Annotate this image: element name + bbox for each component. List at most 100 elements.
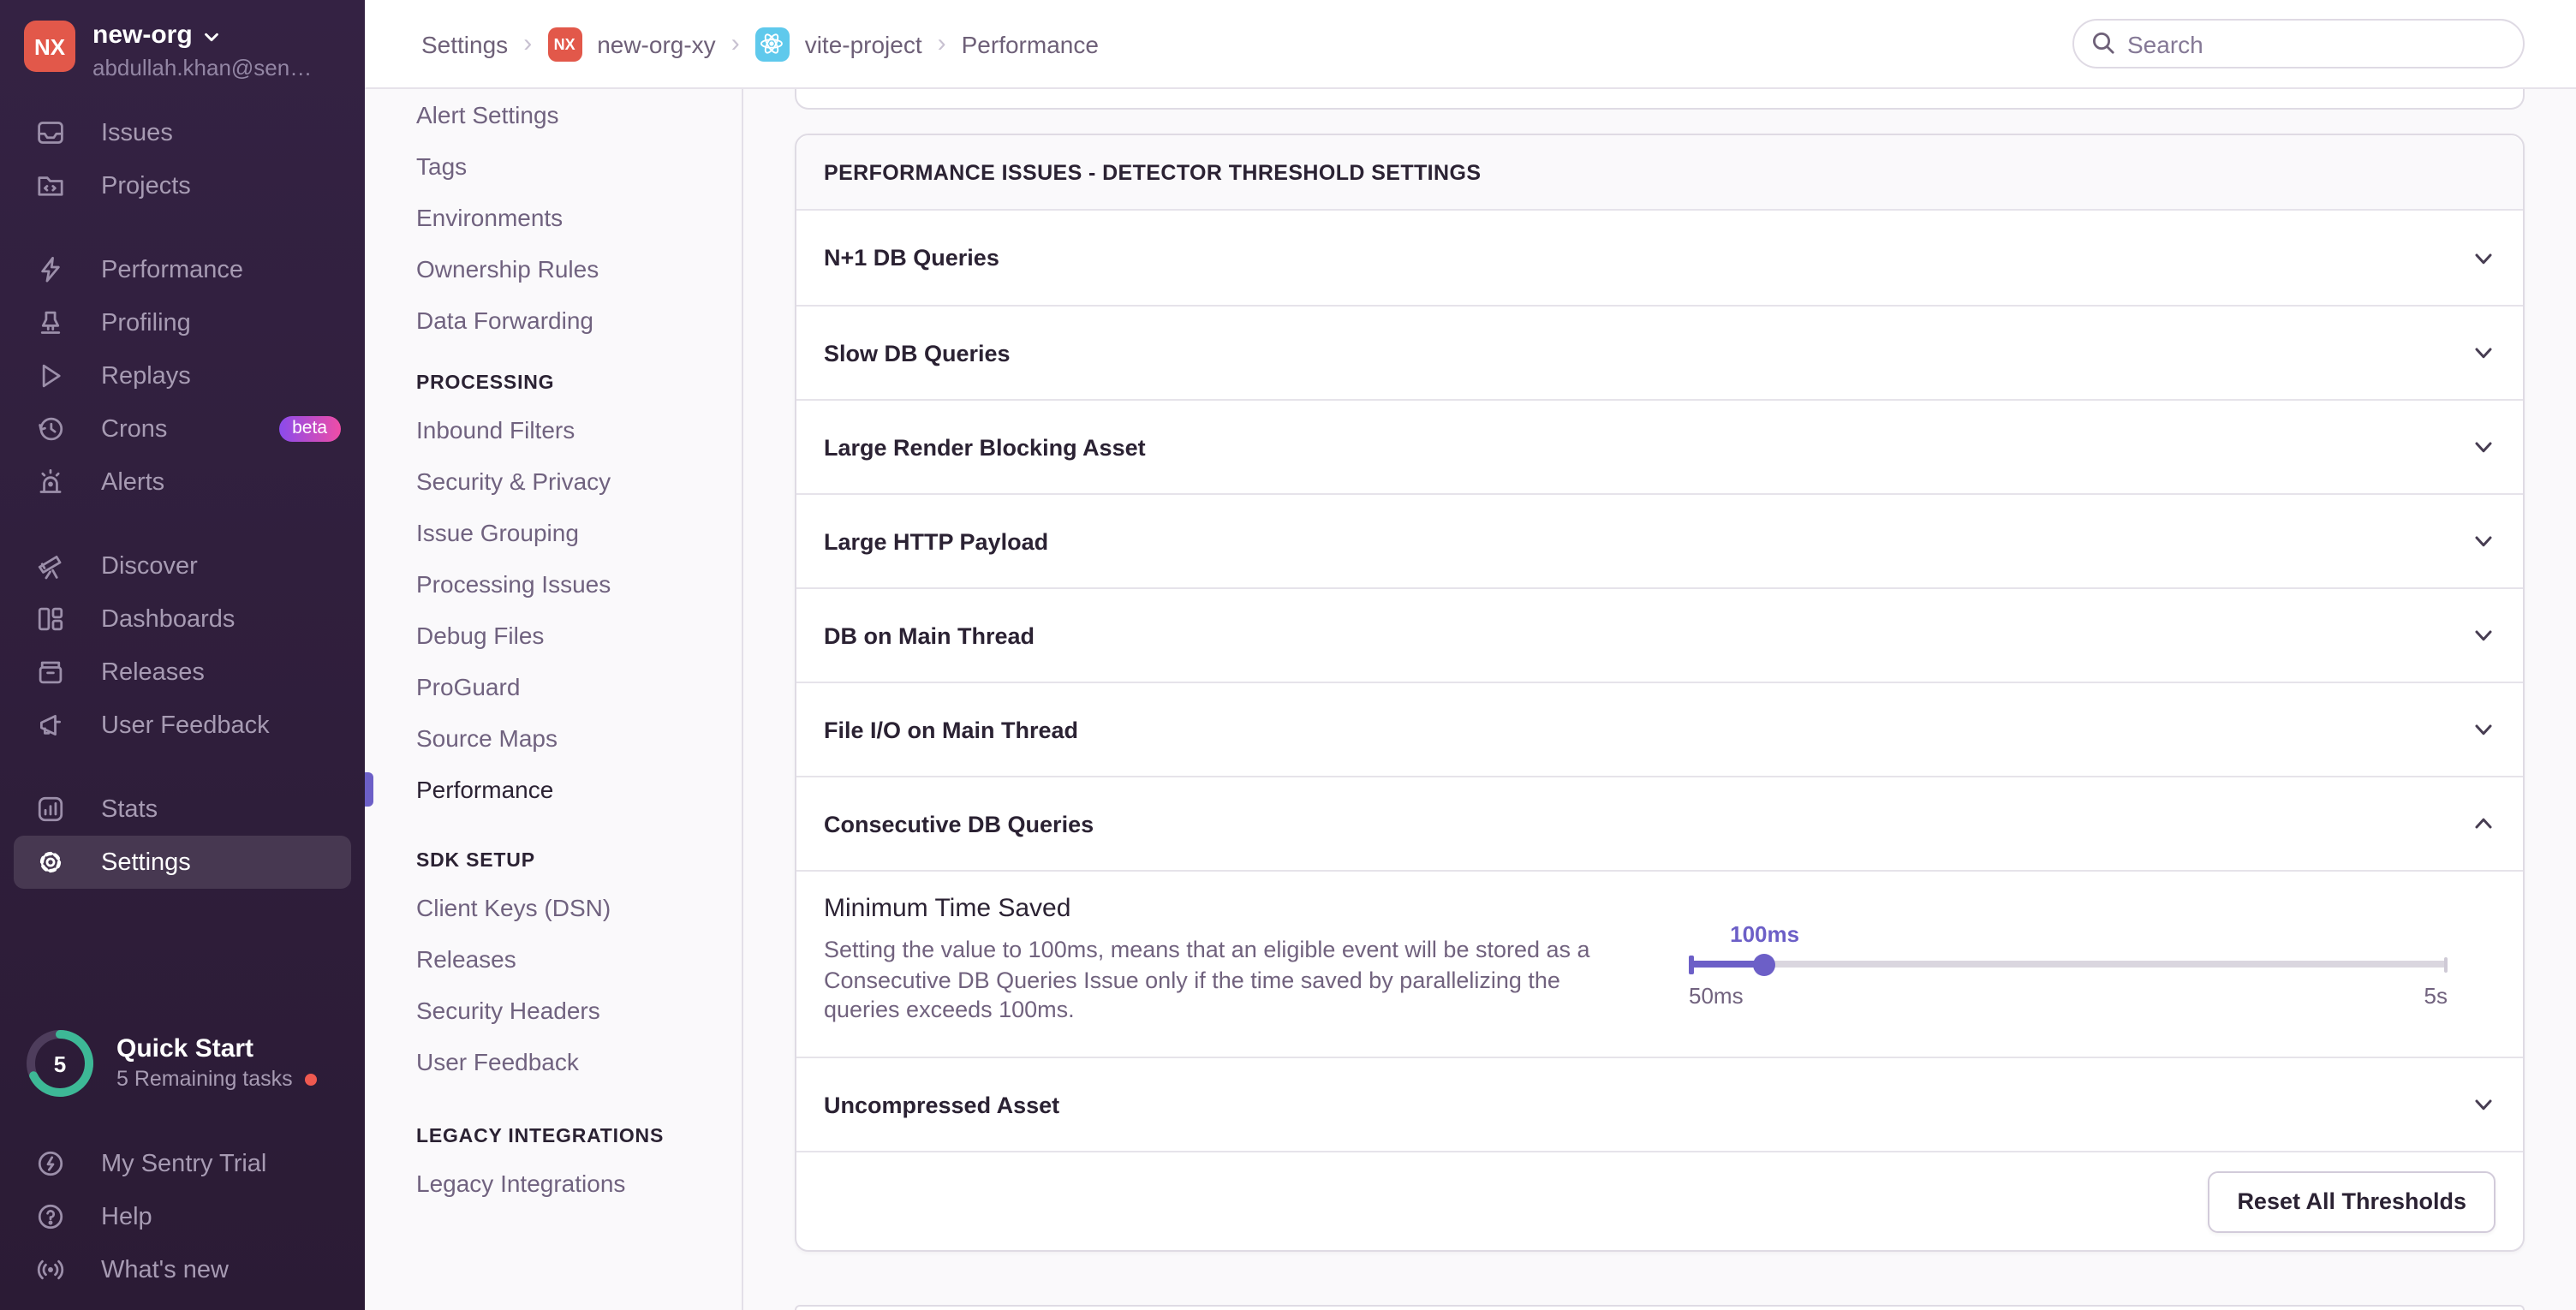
sidebar-item-label: Crons [101, 415, 167, 443]
settings-nav-item-data-forwarding[interactable]: Data Forwarding [365, 295, 742, 346]
sidebar-item-what-s-new[interactable]: What's new [0, 1243, 365, 1296]
accordion-row-slow-db-queries[interactable]: Slow DB Queries [796, 305, 2523, 399]
sidebar-item-help[interactable]: Help [0, 1190, 365, 1243]
settings-nav-item-inbound-filters[interactable]: Inbound Filters [365, 404, 742, 456]
sidebar-item-replays[interactable]: Replays [0, 349, 365, 402]
settings-nav-item-ownership-rules[interactable]: Ownership Rules [365, 243, 742, 295]
help-icon [36, 1202, 65, 1231]
panel-footer: Reset All Thresholds [796, 1151, 2523, 1250]
settings-nav-item-legacy-integrations[interactable]: Legacy Integrations [365, 1158, 742, 1209]
settings-nav-label: Performance [416, 776, 553, 803]
accordion-row-large-http-payload[interactable]: Large HTTP Payload [796, 493, 2523, 587]
sidebar-item-stats[interactable]: Stats [0, 783, 365, 836]
profiling-icon [36, 308, 65, 337]
accordion-row-consecutive-db-queries[interactable]: Consecutive DB Queries [796, 776, 2523, 870]
settings-nav-item-processing-issues[interactable]: Processing Issues [365, 558, 742, 610]
settings-nav-item-proguard[interactable]: ProGuard [365, 661, 742, 712]
top-header: Settings›NXnew-org-xy›vite-project›Perfo… [365, 0, 2576, 89]
breadcrumb-separator: › [938, 29, 946, 58]
settings-nav-label: Ownership Rules [416, 255, 599, 283]
accordion-row-uncompressed-asset[interactable]: Uncompressed Asset [796, 1057, 2523, 1151]
sidebar-item-projects[interactable]: Projects [0, 159, 365, 212]
settings-nav-label: User Feedback [416, 1048, 579, 1075]
breadcrumb-vite-project[interactable]: vite-project [805, 30, 922, 57]
sidebar-item-label: Dashboards [101, 605, 235, 633]
projects-icon [36, 171, 65, 200]
breadcrumb-separator: › [523, 29, 532, 58]
sidebar-item-label: Alerts [101, 468, 164, 496]
sidebar-item-settings[interactable]: Settings [14, 836, 351, 889]
active-indicator [365, 772, 373, 807]
accordion-row-label: Uncompressed Asset [824, 1092, 1059, 1117]
settings-nav-label: Environments [416, 204, 563, 231]
settings-nav-item-alert-settings[interactable]: Alert Settings [365, 89, 742, 140]
slider-max-tick [2444, 957, 2448, 973]
breadcrumb-settings[interactable]: Settings [421, 30, 508, 57]
sidebar-item-user-feedback[interactable]: User Feedback [0, 699, 365, 752]
accordion-row-label: Slow DB Queries [824, 340, 1011, 366]
breadcrumb-new-org-xy[interactable]: new-org-xy [597, 30, 716, 57]
previous-panel-edge [795, 89, 2525, 110]
settings-nav-item-user-feedback[interactable]: User Feedback [365, 1036, 742, 1087]
sidebar-item-label: Profiling [101, 309, 191, 336]
settings-nav-label: ProGuard [416, 673, 520, 700]
consecutive-db-queries-settings: Minimum Time Saved Setting the value to … [796, 870, 2523, 1057]
sidebar-item-label: Help [101, 1203, 152, 1230]
chevron-down-icon [2472, 341, 2496, 365]
sidebar-item-my-sentry-trial[interactable]: My Sentry Trial [0, 1137, 365, 1190]
breadcrumb: Settings›NXnew-org-xy›vite-project›Perfo… [365, 27, 1099, 61]
sidebar-item-issues[interactable]: Issues [0, 106, 365, 159]
sidebar-item-releases[interactable]: Releases [0, 646, 365, 699]
sidebar-item-alerts[interactable]: Alerts [0, 456, 365, 509]
settings-nav-item-client-keys-dsn[interactable]: Client Keys (DSN) [365, 882, 742, 933]
slider-min-tick [1689, 956, 1693, 974]
accordion-row-large-render-blocking-asset[interactable]: Large Render Blocking Asset [796, 399, 2523, 493]
sidebar-item-label: Stats [101, 795, 158, 823]
settings-nav-item-source-maps[interactable]: Source Maps [365, 712, 742, 764]
quick-start-panel[interactable]: 5 Quick Start 5 Remaining tasks [0, 1027, 365, 1099]
settings-nav-item-releases[interactable]: Releases [365, 933, 742, 985]
accordion-row-n-1-db-queries[interactable]: N+1 DB Queries [796, 211, 2523, 305]
settings-nav-header-legacy-integrations: LEGACY INTEGRATIONS [365, 1116, 742, 1158]
alerts-icon [36, 467, 65, 497]
settings-nav-label: Debug Files [416, 622, 544, 649]
react-project-icon [755, 27, 790, 61]
org-switcher[interactable]: NX new-org abdullah.khan@sen… [0, 0, 365, 82]
releases-icon [36, 658, 65, 687]
settings-nav-item-performance[interactable]: Performance [365, 764, 742, 815]
chevron-down-icon [2472, 246, 2496, 270]
settings-nav-item-security-privacy[interactable]: Security & Privacy [365, 456, 742, 507]
sidebar-item-discover[interactable]: Discover [0, 539, 365, 592]
sidebar-item-performance[interactable]: Performance [0, 243, 365, 296]
settings-nav-item-debug-files[interactable]: Debug Files [365, 610, 742, 661]
settings-nav-label: Security Headers [416, 997, 600, 1024]
sidebar-item-label: Settings [101, 849, 191, 876]
settings-nav-item-security-headers[interactable]: Security Headers [365, 985, 742, 1036]
slider-handle[interactable] [1754, 953, 1776, 975]
search-input[interactable] [2072, 19, 2525, 68]
sidebar-item-dashboards[interactable]: Dashboards [0, 592, 365, 646]
whats-new-icon [36, 1255, 65, 1284]
settings-nav-item-tags[interactable]: Tags [365, 140, 742, 192]
chevron-down-icon [2472, 623, 2496, 647]
notification-dot [305, 1073, 317, 1085]
settings-nav-item-issue-grouping[interactable]: Issue Grouping [365, 507, 742, 558]
sidebar-item-profiling[interactable]: Profiling [0, 296, 365, 349]
accordion-row-label: Large Render Blocking Asset [824, 434, 1146, 460]
chevron-down-icon [2472, 718, 2496, 741]
accordion-row-label: Consecutive DB Queries [824, 811, 1094, 837]
settings-nav-label: Releases [416, 945, 516, 973]
settings-content: PERFORMANCE ISSUES - DETECTOR THRESHOLD … [743, 89, 2576, 1310]
sidebar-item-crons[interactable]: Cronsbeta [0, 402, 365, 456]
panel-title: PERFORMANCE ISSUES - DETECTOR THRESHOLD … [796, 135, 2523, 211]
sidebar-item-label: Issues [101, 119, 173, 146]
issues-icon [36, 118, 65, 147]
accordion-row-db-on-main-thread[interactable]: DB on Main Thread [796, 587, 2523, 682]
reset-all-thresholds-button[interactable]: Reset All Thresholds [2208, 1170, 2496, 1232]
slider-track[interactable] [1689, 961, 2448, 968]
settings-nav-label: Data Forwarding [416, 307, 593, 334]
discover-icon [36, 551, 65, 581]
detector-threshold-panel: PERFORMANCE ISSUES - DETECTOR THRESHOLD … [795, 134, 2525, 1252]
settings-nav-item-environments[interactable]: Environments [365, 192, 742, 243]
accordion-row-file-i-o-on-main-thread[interactable]: File I/O on Main Thread [796, 682, 2523, 776]
